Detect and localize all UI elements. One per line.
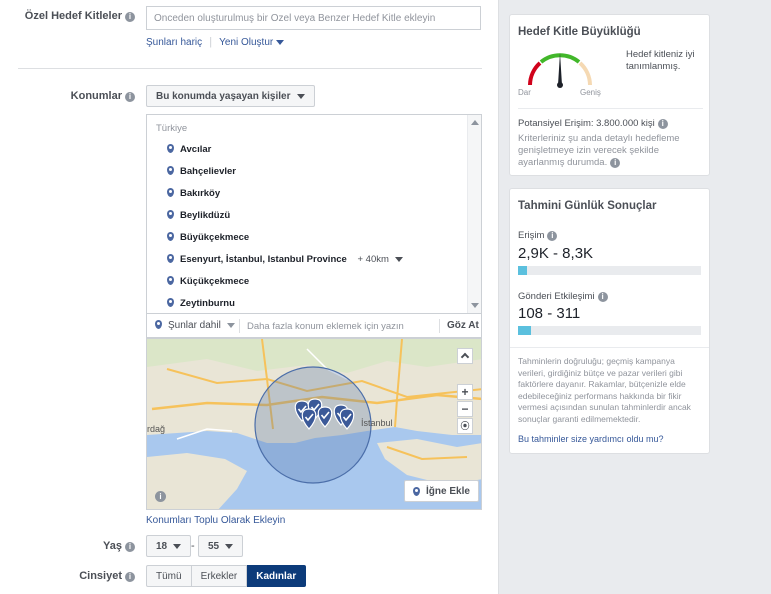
reach-bar-fill [518,266,528,275]
info-icon[interactable]: i [125,92,135,102]
map-marker-icon[interactable] [317,406,333,428]
info-icon[interactable]: i [597,292,608,302]
daily-results-panel: Tahmini Günlük Sonuçlar Erişim i 2,9K - 8… [509,188,710,454]
map-pin-icon [155,320,162,329]
collapse-map-button[interactable] [457,348,473,364]
location-type-dropdown[interactable]: Bu konumda yaşayan kişiler [146,85,315,107]
gauge-broad-label: Geniş [580,88,601,97]
map-pin-icon [167,232,174,241]
estimate-feedback-link[interactable]: Bu tahminler size yardımcı oldu mu? [518,434,664,444]
scroll-down-icon[interactable] [471,303,479,308]
map-marker-icon[interactable] [301,408,317,430]
country-header: Türkiye [156,123,188,134]
browse-button[interactable]: Göz At [447,320,479,331]
locations-label: Konumlar i [71,90,135,102]
location-item[interactable]: Zeytinburnu [167,298,235,309]
scroll-up-icon[interactable] [471,120,479,125]
chevron-up-icon [460,352,470,362]
reach-value: 2,9K - 8,3K [518,245,594,262]
age-min-dropdown[interactable]: 18 [146,535,192,557]
audience-size-panel: Hedef Kitle Büyüklüğü Dar Geniş Hedef ki… [509,14,710,176]
bulk-add-locations-link[interactable]: Konumları Toplu Olarak Ekleyin [146,515,285,526]
chevron-down-icon [226,323,235,328]
map-pin-icon [167,166,174,175]
age-max-dropdown[interactable]: 55 [198,535,244,557]
location-map[interactable]: rdağ İstanbul + − ⦿ i İğne Ekle [146,338,482,510]
divider: | [209,36,213,48]
map-pin-icon [167,210,174,219]
map-marker-icon[interactable] [339,408,355,430]
map-pin-icon [167,298,174,307]
divider [439,319,440,333]
engagement-label: Gönderi Etkileşimi i [518,291,608,302]
gender-label: Cinsiyet i [79,570,135,582]
custom-audience-links: Şunları hariç | Yeni Oluştur [146,36,285,48]
info-icon[interactable]: i [657,119,668,129]
estimate-disclaimer: Tahminlerin doğruluğu; geçmiş kampanya v… [518,356,691,424]
list-scrollbar[interactable] [467,115,481,313]
divider [510,347,709,348]
info-icon[interactable]: i [610,158,621,168]
gender-all-button[interactable]: Tümü [146,565,192,587]
location-item[interactable]: Esenyurt, İstanbul, Istanbul Province + … [167,254,403,265]
age-separator: - [191,540,195,552]
section-divider [18,68,482,69]
create-new-link[interactable]: Yeni Oluştur [219,37,285,48]
map-pin-icon [167,276,174,285]
map-pin-icon [167,144,174,153]
gender-men-button[interactable]: Erkekler [191,565,248,587]
divider [239,319,240,333]
age-label: Yaş i [103,540,135,552]
divider [518,108,703,109]
gender-segmented-control: Tümü Erkekler Kadınlar [146,565,307,587]
engagement-bar [518,326,701,335]
info-icon[interactable]: i [547,231,558,241]
engagement-bar-fill [518,326,531,335]
exclude-link[interactable]: Şunları hariç [146,37,202,48]
gender-women-button[interactable]: Kadınlar [247,565,307,587]
criteria-note: Kriterleriniz şu anda detaylı hedefleme … [518,133,680,168]
zoom-in-button[interactable]: + [457,384,473,400]
zoom-out-button[interactable]: − [457,401,473,417]
radius-dropdown[interactable]: + 40km [357,254,403,265]
location-list[interactable]: Türkiye Avcılar Bahçelievler Bakırköy Be… [146,114,482,314]
map-info-icon[interactable]: i [155,491,166,502]
location-search-input[interactable]: Daha fazla konum eklemek için yazın [247,321,404,332]
location-item[interactable]: Büyükçekmece [167,232,249,243]
info-icon[interactable]: i [125,542,135,552]
custom-audience-input[interactable]: Onceden oluşturulmuş bir Ozel veya Benze… [146,6,481,30]
add-pin-button[interactable]: İğne Ekle [404,480,479,502]
chevron-down-icon [296,93,305,99]
daily-results-title: Tahmini Günlük Sonuçlar [518,200,657,212]
targeting-form: Özel Hedef Kitleler i Onceden oluşturulmu… [0,0,499,594]
map-pin-icon [167,188,174,197]
locate-icon[interactable]: ⦿ [457,418,473,434]
include-dropdown[interactable]: Şunlar dahil [155,320,235,331]
engagement-value: 108 - 311 [518,305,581,322]
map-pin-icon [413,486,420,496]
gauge-narrow-label: Dar [518,88,531,97]
location-item[interactable]: Küçükçekmece [167,276,249,287]
location-item[interactable]: Beylikdüzü [167,210,230,221]
info-icon[interactable]: i [125,572,135,582]
chevron-down-icon [173,543,182,549]
potential-reach: Potansiyel Erişim: 3.800.000 kişi i [518,118,668,129]
chevron-down-icon [225,543,234,549]
location-item[interactable]: Avcılar [167,144,211,155]
reach-label: Erişim i [518,230,558,241]
map-pin-icon [167,254,174,263]
info-icon[interactable]: i [125,12,135,22]
chevron-down-icon [394,257,403,262]
audience-status-text: Hedef kitleniz iyi tanımlanmış. [626,49,695,72]
audience-size-title: Hedef Kitle Büyüklüğü [518,26,641,38]
location-item[interactable]: Bakırköy [167,188,220,199]
location-search-bar: Şunlar dahil Daha fazla konum eklemek iç… [146,314,482,338]
chevron-down-icon [276,40,285,45]
custom-audiences-label: Özel Hedef Kitleler i [25,10,135,22]
location-item[interactable]: Bahçelievler [167,166,236,177]
reach-bar [518,266,701,275]
